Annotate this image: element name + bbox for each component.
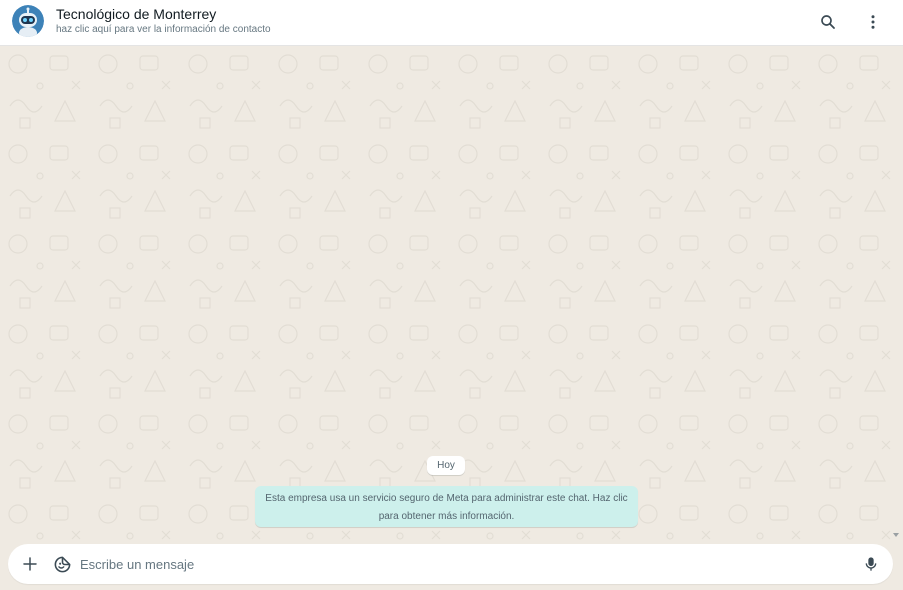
microphone-icon — [865, 557, 877, 571]
menu-button[interactable] — [859, 8, 887, 36]
chat-background: Hoy Esta empresa usa un servicio seguro … — [0, 46, 903, 542]
search-icon — [821, 15, 835, 29]
date-chip: Hoy — [427, 456, 465, 475]
sticker-icon — [54, 556, 70, 572]
robot-avatar-icon — [12, 5, 44, 37]
sticker-button[interactable] — [50, 552, 74, 576]
chat-header: Tecnológico de Monterrey haz clic aquí p… — [0, 0, 903, 46]
encryption-notice[interactable]: Esta empresa usa un servicio seguro de M… — [255, 486, 638, 527]
contact-name[interactable]: Tecnológico de Monterrey — [56, 6, 216, 22]
attach-button[interactable] — [18, 552, 42, 576]
message-composer — [8, 544, 893, 584]
search-button[interactable] — [814, 8, 842, 36]
voice-message-button[interactable] — [859, 552, 883, 576]
more-vertical-icon — [871, 15, 875, 29]
contact-avatar[interactable] — [12, 5, 44, 37]
scroll-down-icon[interactable] — [893, 533, 899, 537]
message-input[interactable] — [80, 552, 840, 576]
contact-info-hint[interactable]: haz clic aquí para ver la información de… — [56, 24, 271, 35]
plus-icon — [23, 557, 37, 571]
